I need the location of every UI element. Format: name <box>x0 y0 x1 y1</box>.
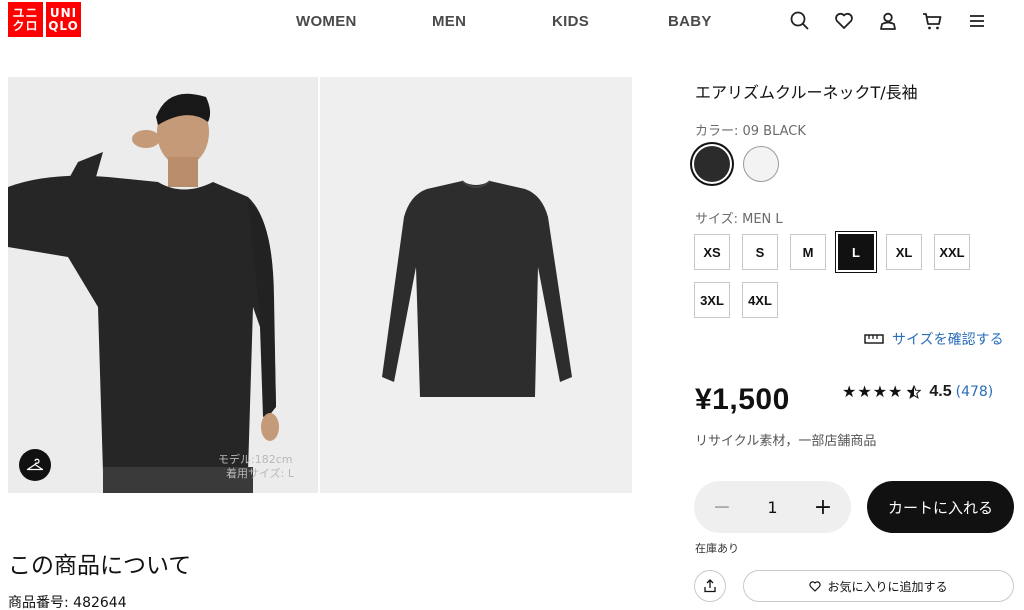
size-button-3xl[interactable]: 3XL <box>694 282 730 318</box>
nav-men[interactable]: MEN <box>432 13 466 30</box>
menu-icon[interactable] <box>966 10 988 32</box>
size-label: サイズ: MEN L <box>695 212 783 227</box>
color-swatch-white[interactable] <box>743 146 779 182</box>
favorites-label: お気に入りに追加する <box>827 579 948 594</box>
quantity-value: 1 <box>767 497 778 517</box>
product-title: エアリズムクルーネックT/長袖 <box>695 83 918 102</box>
plus-icon[interactable]: + <box>813 495 833 520</box>
header: ユニ クロ UNI QLO WOMEN MEN KIDS BABY <box>0 0 1024 44</box>
size-check-label: サイズを確認する <box>892 332 1004 348</box>
model-height: モデル:182cm <box>218 453 293 466</box>
rating: ★★★★ 4.5 (478) <box>842 382 993 401</box>
nav-kids[interactable]: KIDS <box>552 13 589 30</box>
size-button-m[interactable]: M <box>790 234 826 270</box>
size-button-l[interactable]: L <box>838 234 874 270</box>
ruler-icon <box>864 334 884 344</box>
rating-value: 4.5 <box>929 382 952 400</box>
tshirt-illustration <box>320 77 632 493</box>
user-icon[interactable] <box>877 10 899 32</box>
heart-icon[interactable] <box>833 10 855 32</box>
quantity-stepper: − 1 + <box>694 481 851 533</box>
search-icon[interactable] <box>789 10 811 32</box>
price: ¥1,500 <box>695 383 790 416</box>
logo-text-2: クロ <box>12 18 39 33</box>
logo-text-4: QLO <box>48 18 79 33</box>
share-icon <box>704 579 716 593</box>
size-button-xs[interactable]: XS <box>694 234 730 270</box>
rating-count[interactable]: (478) <box>956 384 994 400</box>
logo-text-1: ユニ <box>12 5 39 20</box>
color-swatch-black[interactable] <box>694 146 730 182</box>
recycle-note: リサイクル素材，一部店舗商品 <box>695 434 877 449</box>
hanger-button[interactable] <box>19 449 51 481</box>
stock-status: 在庫あり <box>695 542 739 555</box>
model-caption: モデル:182cm 着用サイズ: L <box>218 453 313 481</box>
logo-text-3: UNI <box>49 5 78 20</box>
half-star-icon <box>907 384 922 399</box>
size-button-s[interactable]: S <box>742 234 778 270</box>
size-button-xl[interactable]: XL <box>886 234 922 270</box>
minus-icon[interactable]: − <box>712 495 732 520</box>
product-number: 商品番号: 482644 <box>8 595 127 610</box>
size-button-4xl[interactable]: 4XL <box>742 282 778 318</box>
hanger-icon <box>26 458 44 471</box>
model-size: 着用サイズ: L <box>226 467 295 480</box>
color-label: カラー: 09 BLACK <box>695 124 806 139</box>
size-button-xxl[interactable]: XXL <box>934 234 970 270</box>
flat-product-image[interactable] <box>320 77 632 493</box>
heart-icon <box>809 580 822 592</box>
rating-stars: ★★★★ <box>842 382 904 401</box>
logo-latin: UNI QLO <box>46 2 81 37</box>
share-button[interactable] <box>694 570 726 602</box>
add-to-favorites-button[interactable]: お気に入りに追加する <box>743 570 1014 602</box>
logo-katakana: ユニ クロ <box>8 2 43 37</box>
cart-icon[interactable] <box>921 10 943 32</box>
add-to-cart-button[interactable]: カートに入れる <box>867 481 1014 533</box>
about-title: この商品について <box>8 553 192 579</box>
nav-women[interactable]: WOMEN <box>296 13 357 30</box>
model-image[interactable] <box>8 77 318 493</box>
model-illustration <box>8 77 318 493</box>
nav-baby[interactable]: BABY <box>668 13 712 30</box>
size-check-link[interactable]: サイズを確認する <box>864 329 1004 349</box>
uniqlo-logo[interactable]: ユニ クロ UNI QLO <box>8 2 81 37</box>
